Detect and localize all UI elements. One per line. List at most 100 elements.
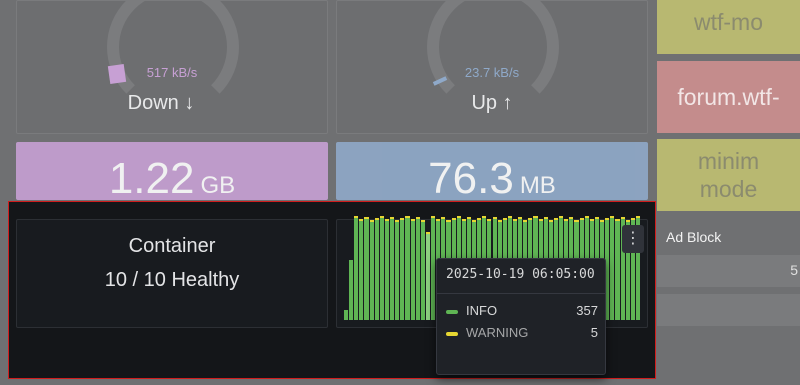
service-tile-2[interactable]: forum.wtf-	[657, 61, 800, 133]
tooltip-info-label: INFO	[466, 303, 498, 318]
upload-rate: 23.7 kB/s	[464, 65, 520, 80]
chart-bar-warning	[466, 217, 471, 219]
service-tile-3[interactable]: minim mode	[657, 139, 800, 211]
chart-bar-warning	[589, 219, 594, 221]
kebab-menu-icon: ⋮	[625, 230, 641, 247]
chart-bar-warning	[410, 219, 415, 221]
panel-menu-button[interactable]: ⋮	[622, 225, 644, 253]
chart-bar-warning	[369, 220, 374, 222]
tooltip-time: 2025-10-19 06:05:00	[446, 267, 595, 282]
chart-bar-warning	[533, 216, 538, 218]
chart-bar-warning	[497, 220, 502, 222]
chart-bar-warning	[559, 216, 564, 218]
upload-label: Up ↑	[471, 92, 513, 114]
chart-bar-warning	[492, 217, 497, 219]
chart-bar-warning	[538, 219, 543, 221]
adblock-value-box: 5	[657, 255, 800, 287]
download-gauge-panel: 517 kB/s Down ↓	[16, 0, 328, 134]
chart-bar	[400, 220, 405, 320]
chart-bar-warning	[594, 217, 600, 219]
container-title: Container	[128, 235, 216, 257]
chart-bar-warning	[425, 232, 431, 234]
chart-bar-warning	[518, 217, 523, 219]
chart-bar	[364, 219, 369, 320]
chart-bar	[410, 221, 415, 320]
chart-bar-warning	[395, 220, 400, 222]
chart-bar-warning	[564, 219, 569, 221]
chart-bar-warning	[441, 217, 446, 219]
adblock-value: 5	[790, 262, 798, 278]
chart-bar-warning	[379, 216, 384, 218]
chart-bar-warning	[523, 220, 528, 222]
chart-bar-warning	[502, 218, 507, 220]
service-tile-1[interactable]: wtf-mo	[657, 0, 800, 54]
tooltip-warning-label: WARNING	[466, 325, 529, 340]
chart-bar-warning	[512, 219, 518, 221]
chart-tooltip: 2025-10-19 06:05:00 INFO 357 WARNING 5	[436, 258, 606, 375]
upload-total: 76.3 MB	[336, 154, 648, 204]
tooltip-info-value: 357	[576, 303, 598, 318]
chart-bar-warning	[431, 216, 436, 218]
tooltip-divider	[437, 293, 605, 294]
tooltip-warning-value: 5	[590, 325, 598, 340]
download-total-value: 1.22	[108, 154, 195, 203]
chart-bar-warning	[579, 218, 584, 220]
chart-bar-warning	[359, 219, 364, 221]
chart-bar-warning	[543, 217, 548, 219]
chart-bar	[610, 218, 615, 320]
adblock-label: Ad Block	[666, 229, 722, 245]
chart-bar-warning	[528, 218, 533, 220]
chart-bar	[415, 219, 420, 320]
warning-swatch	[446, 331, 458, 336]
chart-bar-warning	[553, 218, 559, 220]
chart-bar	[420, 222, 425, 320]
chart-bar-warning	[374, 218, 379, 220]
chart-bar	[405, 218, 410, 320]
download-rate: 517 kB/s	[146, 65, 198, 80]
chart-bar	[425, 234, 431, 320]
chart-bar-warning	[446, 220, 451, 222]
chart-bar-warning	[390, 217, 395, 219]
chart-bar-warning	[364, 217, 369, 219]
chart-bar	[379, 218, 384, 320]
download-total-panel: 1.22 GB	[16, 142, 328, 203]
chart-bar-warning	[482, 216, 487, 218]
chart-bar-warning	[415, 217, 420, 219]
chart-bar-warning	[600, 220, 605, 222]
container-health: 10 / 10 Healthy	[104, 269, 240, 291]
chart-bar-warning	[451, 218, 456, 220]
tooltip-row-warning: WARNING 5	[446, 325, 598, 340]
chart-bar-warning	[354, 216, 359, 218]
chart-bar-warning	[569, 217, 574, 219]
chart-bar-warning	[384, 219, 390, 221]
chart-bar-warning	[620, 217, 625, 219]
service-tile-2-label: forum.wtf-	[677, 84, 780, 110]
chart-bar-warning	[574, 220, 579, 222]
chart-bar	[369, 222, 374, 320]
upload-total-value: 76.3	[428, 154, 514, 203]
chart-bar-warning	[615, 219, 620, 221]
info-swatch	[446, 309, 458, 314]
upload-total-panel: 76.3 MB	[336, 142, 648, 203]
chart-bar-warning	[635, 216, 640, 218]
chart-bar	[344, 310, 349, 320]
chart-bar-warning	[461, 219, 466, 221]
upload-gauge-panel: 23.7 kB/s Up ↑	[336, 0, 648, 134]
chart-bar	[395, 222, 400, 320]
chart-bar	[374, 220, 379, 320]
chart-bar-warning	[477, 218, 482, 220]
chart-bar-warning	[548, 220, 553, 222]
chart-bar-warning	[405, 216, 410, 218]
tooltip-row-info: INFO 357	[446, 303, 598, 318]
chart-bar-warning	[400, 218, 405, 220]
service-tile-3-line-1: minim	[697, 148, 760, 174]
chart-bar-warning	[420, 220, 425, 222]
chart-bar	[359, 221, 364, 320]
chart-bar-warning	[584, 216, 589, 218]
chart-bar	[615, 221, 620, 320]
service-tile-3-line-2: mode	[699, 176, 758, 202]
chart-bar-warning	[625, 220, 630, 222]
chart-bar	[349, 260, 354, 320]
container-status-panel: Container 10 / 10 Healthy	[16, 219, 328, 328]
chart-bar-warning	[436, 219, 441, 221]
